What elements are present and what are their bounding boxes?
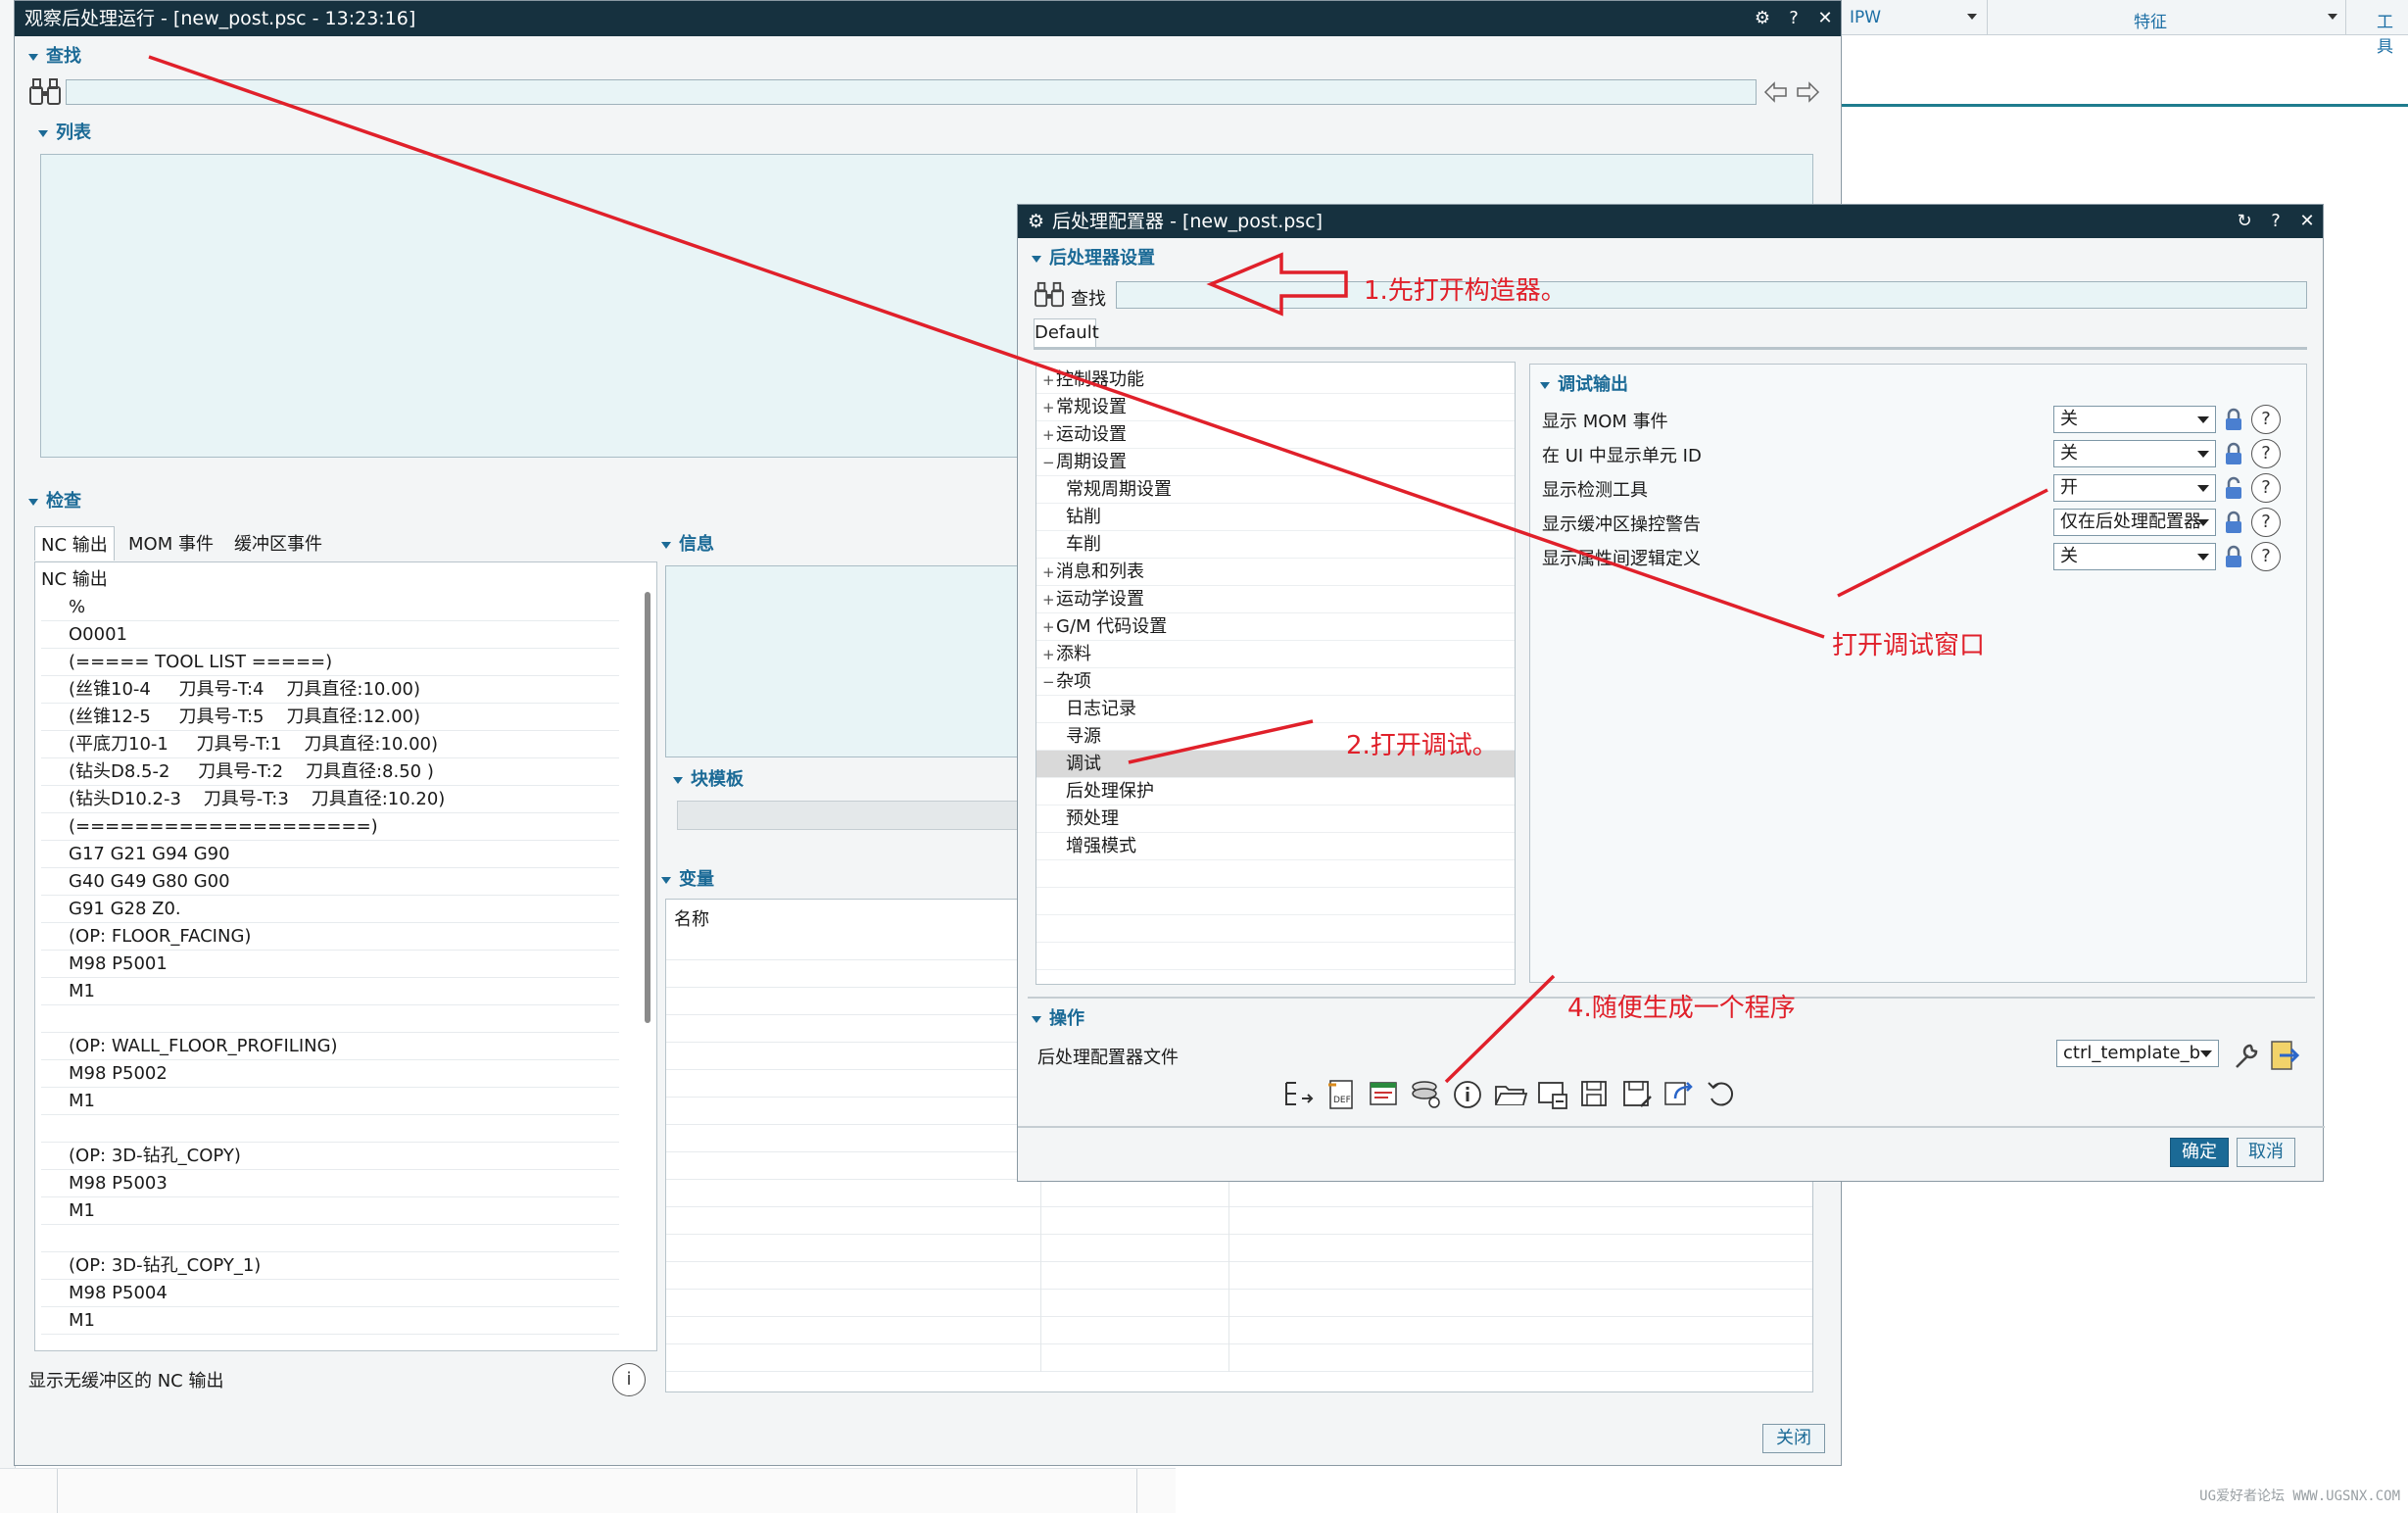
annotation-step4: 4.随便生成一个程序 xyxy=(1567,994,1796,1023)
annotation-step2: 2.打开调试。 xyxy=(1346,731,1498,760)
annotation-line-open-debug-window xyxy=(148,55,1825,639)
annotation-layer xyxy=(148,55,2048,1084)
annotation-step1: 1.先打开构造器。 xyxy=(1364,276,1566,306)
annotation-line-step4 xyxy=(1444,974,1556,1084)
screen: IPW 特征 工具 UG爱好者论坛 WWW.UGSNX.COM 观察后处理运行 … xyxy=(0,0,2408,1513)
annotation-step3: 打开调试窗口 xyxy=(1832,631,1986,660)
annotation-line-debug-option xyxy=(1837,488,2048,598)
annotation-line-step2 xyxy=(1128,719,1314,764)
annotation-arrow-step1 xyxy=(1206,252,1348,317)
